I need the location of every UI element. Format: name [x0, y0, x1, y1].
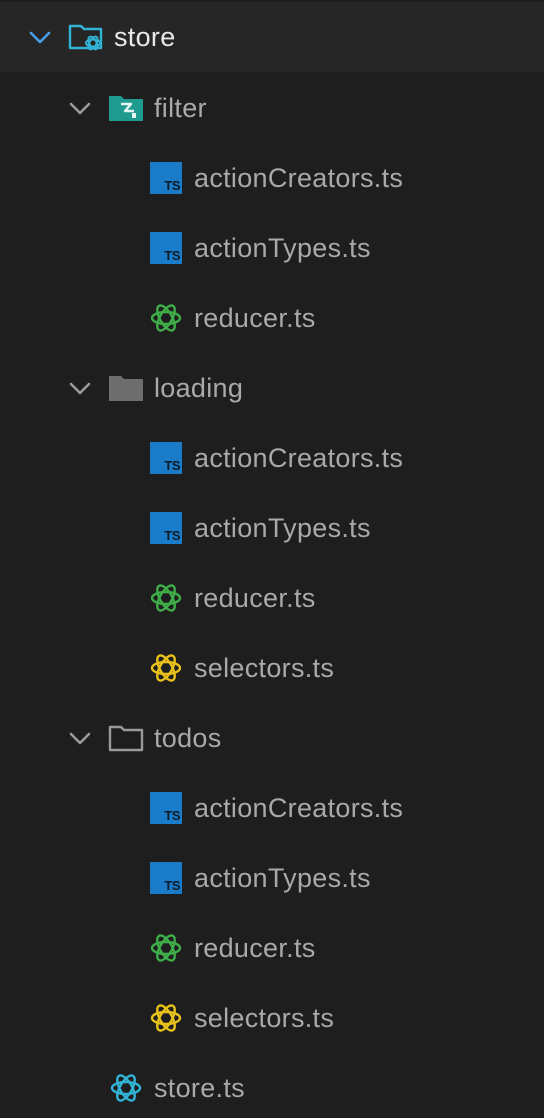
file-label: reducer.ts [194, 303, 316, 333]
file-row[interactable]: TS actionCreators.ts [0, 773, 544, 843]
folder-label: todos [154, 723, 222, 753]
file-row[interactable]: reducer.ts [0, 913, 544, 983]
folder-label: store [114, 22, 176, 52]
file-row[interactable]: reducer.ts [0, 283, 544, 353]
typescript-icon: TS [150, 442, 182, 474]
typescript-icon: TS [150, 862, 182, 894]
file-row[interactable]: selectors.ts [0, 633, 544, 703]
redux-selector-icon [150, 654, 182, 682]
file-row[interactable]: TS actionTypes.ts [0, 843, 544, 913]
typescript-icon: TS [150, 232, 182, 264]
chevron-down-icon[interactable] [66, 724, 94, 752]
typescript-icon: TS [150, 512, 182, 544]
file-label: actionTypes.ts [194, 863, 371, 893]
redux-reducer-icon [150, 934, 182, 962]
file-label: reducer.ts [194, 583, 316, 613]
redux-reducer-icon [150, 584, 182, 612]
file-label: actionCreators.ts [194, 163, 404, 193]
folder-row-store[interactable]: store [0, 2, 544, 72]
file-row[interactable]: TS actionCreators.ts [0, 423, 544, 493]
folder-row-todos[interactable]: todos [0, 703, 544, 773]
folder-label: filter [154, 93, 207, 123]
file-label: selectors.ts [194, 1003, 335, 1033]
folder-icon [109, 376, 143, 401]
file-row[interactable]: TS actionTypes.ts [0, 213, 544, 283]
file-row[interactable]: reducer.ts [0, 563, 544, 633]
chevron-down-icon[interactable] [66, 374, 94, 402]
file-label: actionTypes.ts [194, 513, 371, 543]
file-row[interactable]: TS actionTypes.ts [0, 493, 544, 563]
redux-selector-icon [150, 1004, 182, 1032]
file-label: reducer.ts [194, 933, 316, 963]
file-row[interactable]: selectors.ts [0, 983, 544, 1053]
file-row[interactable]: store.ts [0, 1053, 544, 1118]
redux-folder-icon [68, 24, 103, 51]
file-explorer-tree: store filter TS actionCreators.ts TS act… [0, 0, 544, 1118]
redux-store-icon [110, 1074, 142, 1102]
typescript-icon: TS [150, 162, 182, 194]
file-label: actionCreators.ts [194, 443, 404, 473]
file-label: selectors.ts [194, 653, 335, 683]
file-label: actionCreators.ts [194, 793, 404, 823]
folder-row-filter[interactable]: filter [0, 73, 544, 143]
folder-label: loading [154, 373, 244, 403]
redux-reducer-icon [150, 304, 182, 332]
file-label: actionTypes.ts [194, 233, 371, 263]
filter-folder-icon [109, 96, 143, 121]
typescript-icon: TS [150, 792, 182, 824]
chevron-down-icon[interactable] [66, 94, 94, 122]
folder-outline-icon [108, 725, 144, 752]
chevron-down-icon[interactable] [26, 23, 54, 51]
file-label: store.ts [154, 1073, 245, 1103]
file-row[interactable]: TS actionCreators.ts [0, 143, 544, 213]
folder-row-loading[interactable]: loading [0, 353, 544, 423]
